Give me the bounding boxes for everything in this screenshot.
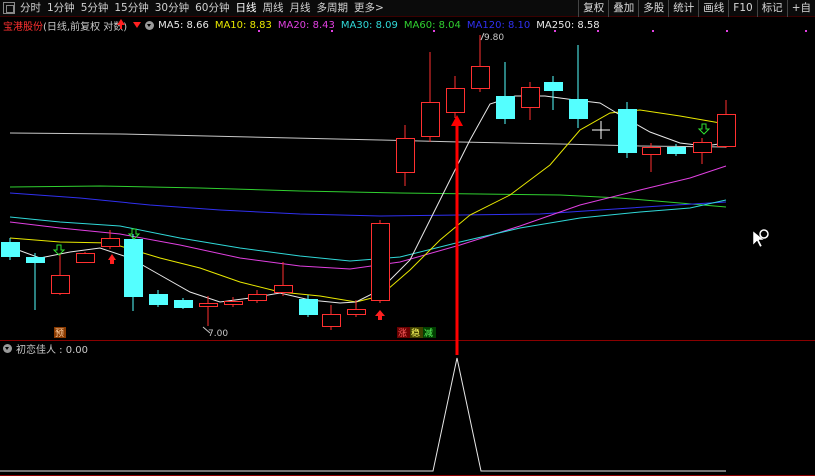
candle xyxy=(174,298,193,309)
tag-wen: 稳 xyxy=(411,327,420,339)
candlesticks xyxy=(1,35,736,330)
candle xyxy=(446,76,465,118)
ma120-line xyxy=(9,192,727,217)
price-annotations: 9.80 7.00 xyxy=(202,32,504,339)
high-price-label: 9.80 xyxy=(484,33,504,43)
candle xyxy=(322,305,341,330)
mouse-cursor-icon xyxy=(752,229,769,248)
candle xyxy=(618,102,637,158)
candle xyxy=(51,253,70,295)
candle xyxy=(544,76,563,110)
candle xyxy=(717,100,736,148)
candle xyxy=(396,125,415,186)
tag-zhang: 涨 xyxy=(398,328,407,339)
candle xyxy=(1,238,20,260)
candle xyxy=(421,52,440,142)
candle xyxy=(76,252,95,263)
buy-arrows xyxy=(108,19,385,320)
candle xyxy=(124,234,143,311)
candle xyxy=(274,262,293,296)
ma60-line xyxy=(9,185,727,208)
candle xyxy=(149,290,168,307)
candle xyxy=(693,138,712,164)
candle xyxy=(496,62,515,124)
signal-tags: 预 涨 稳 减 xyxy=(54,327,436,339)
tag-yu: 预 xyxy=(55,328,64,339)
legend-up-arrow-icon xyxy=(117,19,125,29)
indicator-line xyxy=(0,357,726,472)
signal-arrow-head xyxy=(451,115,463,126)
candle xyxy=(521,82,540,120)
candle xyxy=(248,290,267,303)
candle xyxy=(569,45,588,128)
candle xyxy=(371,220,390,303)
candle xyxy=(642,143,661,172)
crosshair xyxy=(592,121,610,139)
low-price-label: 7.00 xyxy=(208,329,228,339)
tag-jian: 减 xyxy=(424,327,433,339)
candle xyxy=(667,144,686,156)
top-reference-dots xyxy=(258,30,807,32)
candle xyxy=(471,35,490,92)
kline-chart[interactable]: 9.80 7.00 预 涨 稳 减 xyxy=(0,0,815,476)
candle xyxy=(26,253,45,310)
candle xyxy=(224,297,243,307)
